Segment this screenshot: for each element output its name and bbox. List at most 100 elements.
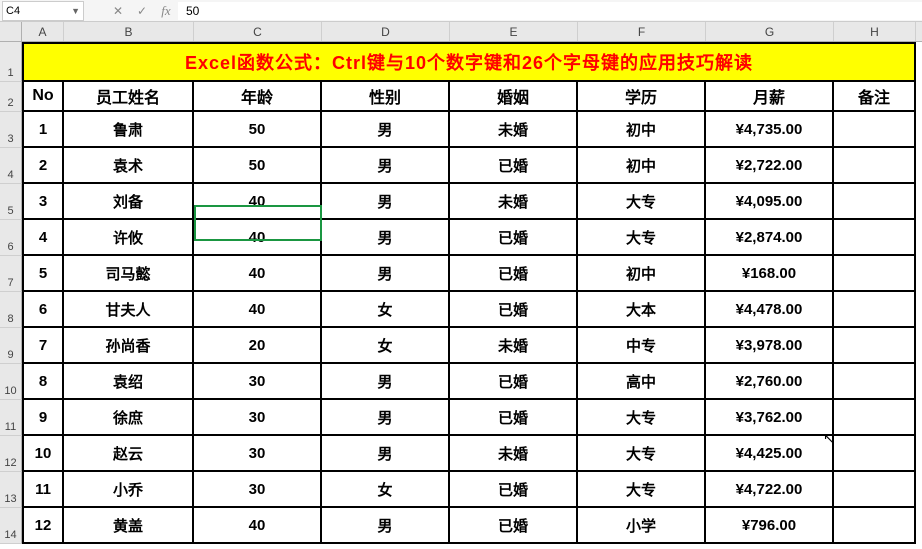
data-cell[interactable]: 高中 (578, 364, 706, 400)
data-cell[interactable]: 男 (322, 508, 450, 544)
data-cell[interactable]: 已婚 (450, 220, 578, 256)
data-cell[interactable]: ¥168.00 (706, 256, 834, 292)
row-header-12[interactable]: 12 (0, 436, 22, 472)
data-cell[interactable]: 3 (22, 184, 64, 220)
col-header-H[interactable]: H (834, 22, 916, 41)
data-cell[interactable]: 40 (194, 256, 322, 292)
data-cell[interactable]: 初中 (578, 112, 706, 148)
data-cell[interactable]: ¥2,722.00 (706, 148, 834, 184)
col-header-G[interactable]: G (706, 22, 834, 41)
data-cell[interactable]: 12 (22, 508, 64, 544)
data-cell[interactable]: ¥2,874.00 (706, 220, 834, 256)
data-cell[interactable] (834, 256, 916, 292)
row-header-8[interactable]: 8 (0, 292, 22, 328)
data-cell[interactable]: 男 (322, 220, 450, 256)
data-cell[interactable]: 赵云 (64, 436, 194, 472)
select-all-corner[interactable] (0, 22, 22, 41)
header-cell-1[interactable]: 员工姓名 (64, 82, 194, 112)
title-cell[interactable]: Excel函数公式：Ctrl键与10个数字键和26个字母键的应用技巧解读 (22, 42, 916, 82)
data-cell[interactable]: 女 (322, 328, 450, 364)
data-cell[interactable]: 30 (194, 400, 322, 436)
row-header-13[interactable]: 13 (0, 472, 22, 508)
data-cell[interactable]: 鲁肃 (64, 112, 194, 148)
row-header-11[interactable]: 11 (0, 400, 22, 436)
data-cell[interactable]: 小学 (578, 508, 706, 544)
data-cell[interactable]: 4 (22, 220, 64, 256)
data-cell[interactable]: 袁术 (64, 148, 194, 184)
data-cell[interactable]: 30 (194, 436, 322, 472)
data-cell[interactable]: ¥4,735.00 (706, 112, 834, 148)
col-header-B[interactable]: B (64, 22, 194, 41)
data-cell[interactable] (834, 436, 916, 472)
data-cell[interactable]: 5 (22, 256, 64, 292)
header-cell-4[interactable]: 婚姻 (450, 82, 578, 112)
data-cell[interactable]: 初中 (578, 148, 706, 184)
data-cell[interactable] (834, 364, 916, 400)
data-cell[interactable]: 6 (22, 292, 64, 328)
data-cell[interactable] (834, 472, 916, 508)
header-cell-5[interactable]: 学历 (578, 82, 706, 112)
data-cell[interactable]: 已婚 (450, 292, 578, 328)
data-cell[interactable]: ¥4,722.00 (706, 472, 834, 508)
col-header-D[interactable]: D (322, 22, 450, 41)
col-header-C[interactable]: C (194, 22, 322, 41)
data-cell[interactable]: 男 (322, 256, 450, 292)
cancel-button[interactable]: ✕ (106, 4, 130, 18)
data-cell[interactable]: 大专 (578, 400, 706, 436)
data-cell[interactable]: 40 (194, 184, 322, 220)
row-header-1[interactable]: 1 (0, 42, 22, 82)
data-cell[interactable]: 已婚 (450, 148, 578, 184)
col-header-A[interactable]: A (22, 22, 64, 41)
data-cell[interactable]: 男 (322, 148, 450, 184)
header-cell-0[interactable]: No (22, 82, 64, 112)
data-cell[interactable]: 40 (194, 508, 322, 544)
data-cell[interactable] (834, 112, 916, 148)
data-cell[interactable]: 司马懿 (64, 256, 194, 292)
data-cell[interactable]: 40 (194, 292, 322, 328)
data-cell[interactable]: 大专 (578, 472, 706, 508)
data-cell[interactable]: 10 (22, 436, 64, 472)
data-cell[interactable]: 11 (22, 472, 64, 508)
data-cell[interactable]: ¥4,425.00 (706, 436, 834, 472)
data-cell[interactable]: 未婚 (450, 184, 578, 220)
header-cell-2[interactable]: 年龄 (194, 82, 322, 112)
data-cell[interactable]: 50 (194, 112, 322, 148)
data-cell[interactable] (834, 184, 916, 220)
data-cell[interactable] (834, 292, 916, 328)
data-cell[interactable]: 男 (322, 436, 450, 472)
header-cell-7[interactable]: 备注 (834, 82, 916, 112)
data-cell[interactable]: 未婚 (450, 328, 578, 364)
data-cell[interactable]: 40 (194, 220, 322, 256)
data-cell[interactable]: 黄盖 (64, 508, 194, 544)
data-cell[interactable]: 刘备 (64, 184, 194, 220)
header-cell-3[interactable]: 性别 (322, 82, 450, 112)
data-cell[interactable]: 女 (322, 472, 450, 508)
row-header-10[interactable]: 10 (0, 364, 22, 400)
data-cell[interactable]: 小乔 (64, 472, 194, 508)
name-box[interactable]: C4 ▼ (2, 1, 84, 21)
data-cell[interactable]: 男 (322, 112, 450, 148)
col-header-F[interactable]: F (578, 22, 706, 41)
data-cell[interactable]: 已婚 (450, 400, 578, 436)
data-cell[interactable]: 已婚 (450, 508, 578, 544)
data-cell[interactable]: 大本 (578, 292, 706, 328)
data-cell[interactable]: 9 (22, 400, 64, 436)
data-cell[interactable]: 已婚 (450, 256, 578, 292)
data-cell[interactable]: 男 (322, 400, 450, 436)
data-cell[interactable]: 8 (22, 364, 64, 400)
data-cell[interactable]: ¥3,762.00 (706, 400, 834, 436)
row-header-4[interactable]: 4 (0, 148, 22, 184)
row-header-5[interactable]: 5 (0, 184, 22, 220)
data-cell[interactable] (834, 148, 916, 184)
data-cell[interactable]: 50 (194, 148, 322, 184)
data-cell[interactable] (834, 508, 916, 544)
data-cell[interactable] (834, 328, 916, 364)
data-cell[interactable]: 大专 (578, 436, 706, 472)
col-header-E[interactable]: E (450, 22, 578, 41)
row-header-7[interactable]: 7 (0, 256, 22, 292)
data-cell[interactable]: 30 (194, 472, 322, 508)
data-cell[interactable]: 中专 (578, 328, 706, 364)
data-cell[interactable]: 2 (22, 148, 64, 184)
data-cell[interactable]: 已婚 (450, 364, 578, 400)
cells-grid[interactable]: Excel函数公式：Ctrl键与10个数字键和26个字母键的应用技巧解读No员工… (22, 42, 922, 544)
